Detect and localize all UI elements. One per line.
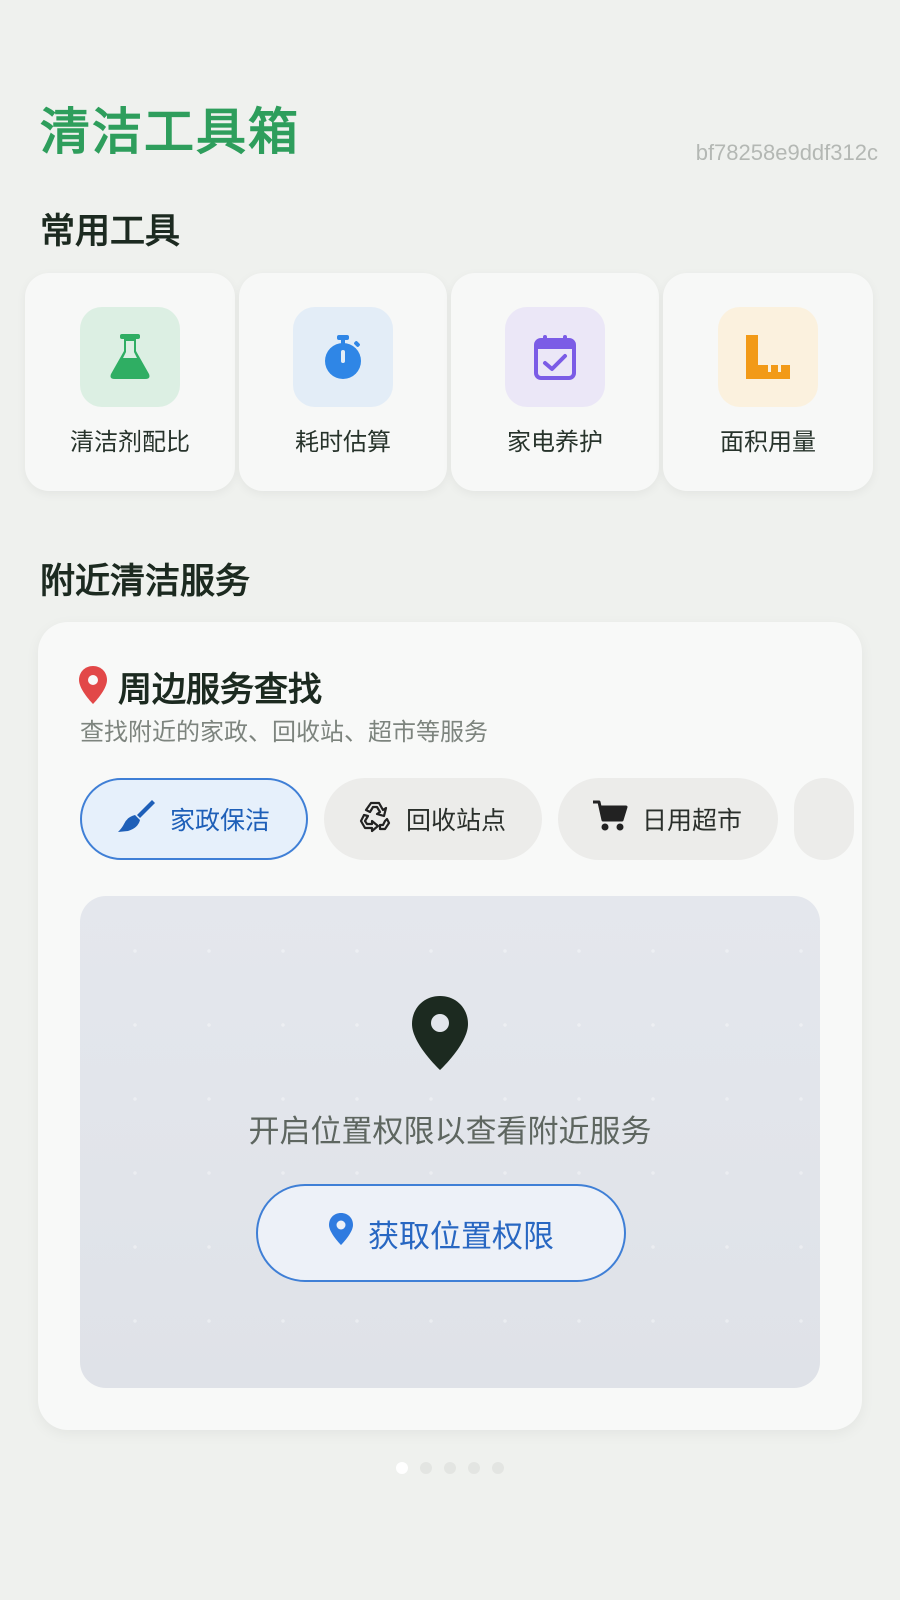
cart-icon: [592, 799, 628, 839]
chip-supermarket[interactable]: 日用超市: [558, 778, 779, 860]
map-placeholder: 开启位置权限以查看附近服务 获取位置权限: [80, 896, 820, 1388]
app-title: 清洁工具箱: [40, 103, 300, 161]
build-id: bf78258e9ddf312c: [695, 140, 878, 165]
tool-card-detergent-ratio[interactable]: 清洁剂配比: [25, 273, 235, 491]
ruler-icon: [718, 307, 818, 407]
page-dot[interactable]: [420, 1462, 432, 1474]
tool-card-appliance-care[interactable]: 家电养护: [451, 273, 659, 491]
page-dot[interactable]: [444, 1462, 456, 1474]
chip-more-partial[interactable]: [794, 778, 855, 860]
card-subtitle: 查找附近的家政、回收站、超市等服务: [80, 718, 488, 746]
nearby-section-title: 附近清洁服务: [40, 562, 251, 602]
map-pin-icon: [410, 994, 470, 1076]
location-pin-icon: [78, 665, 108, 709]
broom-icon: [116, 798, 156, 840]
page-dot[interactable]: [468, 1462, 480, 1474]
app-screen: 清洁工具箱 bf78258e9ddf312c 常用工具 清洁剂配比 耗时估算 家…: [0, 0, 900, 1600]
tool-label: 清洁剂配比: [70, 428, 190, 456]
tool-card-time-estimate[interactable]: 耗时估算: [239, 273, 447, 491]
page-dot[interactable]: [492, 1462, 504, 1474]
location-pin-small-icon: [328, 1212, 354, 1254]
get-location-permission-button[interactable]: 获取位置权限: [256, 1184, 626, 1282]
category-chips: 家政保洁 回收站点 日用超市: [80, 778, 855, 860]
tools-section-title: 常用工具: [40, 212, 181, 252]
chip-recycling[interactable]: 回收站点: [324, 778, 543, 860]
tool-label: 耗时估算: [295, 428, 391, 456]
button-label: 获取位置权限: [368, 1218, 554, 1255]
nearby-service-card: 周边服务查找 查找附近的家政、回收站、超市等服务 家政保洁 回收站点 日用超市 …: [38, 622, 862, 1430]
chip-label: 家政保洁: [170, 806, 271, 835]
flask-icon: [80, 307, 180, 407]
tool-card-area-usage[interactable]: 面积用量: [663, 273, 873, 491]
tool-label: 家电养护: [507, 428, 603, 456]
recycle-icon: [358, 799, 392, 839]
stopwatch-icon: [293, 307, 393, 407]
chip-label: 日用超市: [642, 806, 743, 835]
chip-label: 回收站点: [406, 806, 507, 835]
card-title: 周边服务查找: [118, 670, 322, 710]
card-header: 周边服务查找: [78, 662, 322, 711]
page-dot-active[interactable]: [396, 1462, 408, 1474]
chip-housekeeping[interactable]: 家政保洁: [80, 778, 309, 860]
page-indicator: [396, 1462, 504, 1474]
calendar-check-icon: [505, 307, 605, 407]
tools-grid: 清洁剂配比 耗时估算 家电养护 面积用量: [25, 273, 875, 491]
location-permission-message: 开启位置权限以查看附近服务: [248, 1114, 652, 1150]
tool-label: 面积用量: [720, 428, 816, 456]
